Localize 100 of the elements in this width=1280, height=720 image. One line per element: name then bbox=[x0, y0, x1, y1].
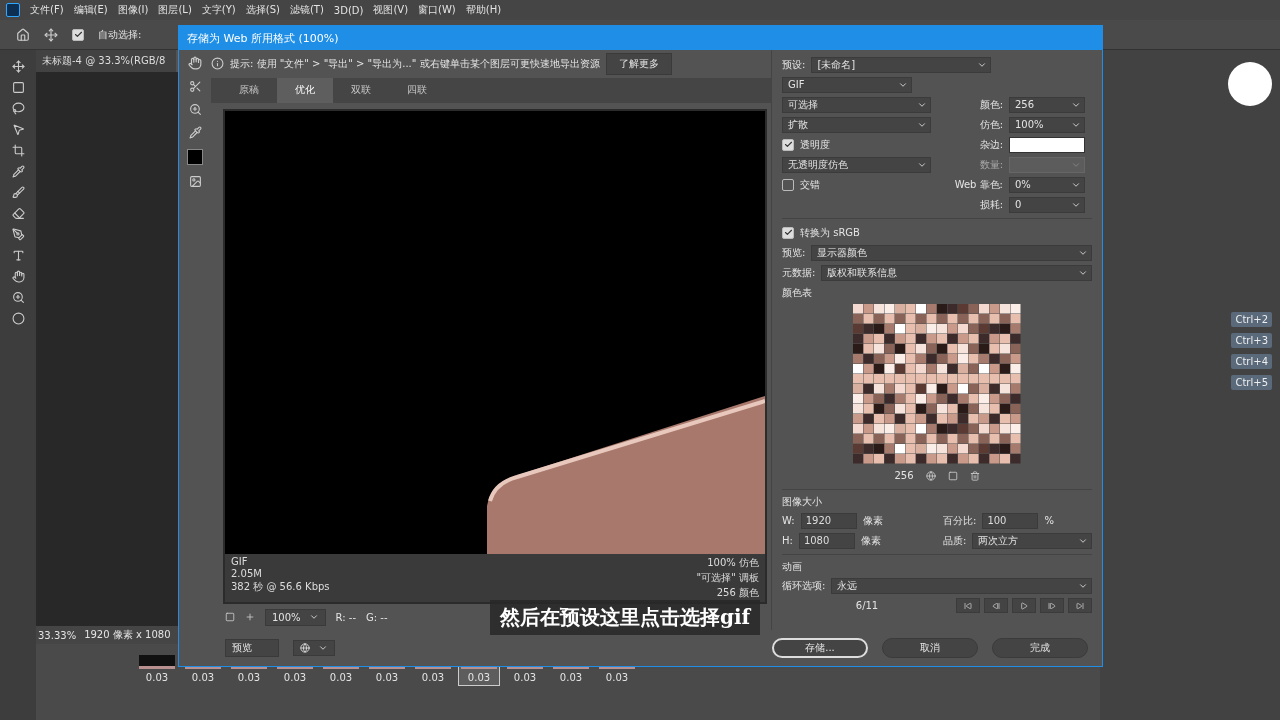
play-icon bbox=[1020, 601, 1028, 610]
home-icon[interactable] bbox=[16, 27, 30, 42]
globe-icon[interactable] bbox=[925, 470, 936, 481]
frame-counter: 6/11 bbox=[854, 600, 880, 611]
metadata-label: 元数据: bbox=[782, 265, 816, 280]
dropdown[interactable]: 256 bbox=[1009, 96, 1085, 113]
step-forward-icon bbox=[1048, 601, 1056, 610]
zoom-icon[interactable] bbox=[188, 103, 202, 116]
image-icon[interactable] bbox=[188, 175, 202, 188]
timeline-frame[interactable]: 0.03 bbox=[136, 652, 178, 686]
tool-icon[interactable] bbox=[11, 186, 25, 199]
tab[interactable]: 四联 bbox=[389, 77, 445, 104]
move-tool-icon[interactable] bbox=[44, 27, 58, 42]
menu-item[interactable]: 窗口(W) bbox=[418, 3, 456, 17]
color-swatch[interactable] bbox=[187, 149, 203, 165]
menu-item[interactable]: 图像(I) bbox=[117, 3, 149, 17]
info-text: "可选择" 调板 bbox=[696, 571, 759, 586]
section-title: 图像大小 bbox=[782, 495, 823, 509]
tool-icon[interactable] bbox=[11, 249, 25, 262]
hand-icon[interactable] bbox=[188, 56, 202, 70]
dropdown[interactable]: 版权和联系信息 bbox=[821, 264, 1092, 281]
info-text: GIF bbox=[231, 556, 248, 568]
learn-more-button[interactable]: 了解更多 bbox=[605, 52, 672, 75]
tool-icon[interactable] bbox=[11, 102, 25, 115]
menu-item[interactable]: 帮助(H) bbox=[465, 3, 502, 17]
input-field[interactable]: 1920 bbox=[800, 512, 857, 529]
play-button[interactable] bbox=[1012, 598, 1036, 613]
globe-icon bbox=[300, 643, 310, 653]
dropdown[interactable]: 显示器颜色 bbox=[811, 244, 1092, 261]
setting-label: 数量: bbox=[978, 157, 1003, 172]
zoom-dropdown[interactable]: 100% bbox=[265, 608, 326, 626]
first-frame-button[interactable] bbox=[956, 598, 980, 613]
previous-frame-button[interactable] bbox=[984, 598, 1008, 613]
tool-icon[interactable] bbox=[11, 228, 25, 241]
trash-icon[interactable] bbox=[969, 470, 980, 481]
matte-swatch[interactable] bbox=[1009, 136, 1085, 153]
preset-dropdown[interactable]: [未命名] bbox=[811, 56, 992, 73]
tab[interactable]: 优化 bbox=[277, 77, 333, 104]
format-dropdown[interactable]: GIF bbox=[782, 76, 912, 93]
square-icon[interactable] bbox=[225, 612, 235, 623]
eyedropper-icon[interactable] bbox=[188, 126, 202, 139]
menu-item[interactable]: 编辑(E) bbox=[73, 3, 108, 17]
app-logo bbox=[6, 3, 20, 17]
square-icon[interactable] bbox=[947, 470, 958, 481]
input-field[interactable]: 100 bbox=[982, 512, 1039, 529]
avatar-circle bbox=[1228, 62, 1272, 106]
dropdown[interactable]: 扩散 bbox=[782, 116, 931, 133]
zoom-level: 33.33% bbox=[38, 629, 77, 641]
next-frame-button[interactable] bbox=[1040, 598, 1064, 613]
checkbox[interactable] bbox=[72, 28, 84, 41]
checkbox[interactable] bbox=[782, 178, 794, 191]
menu-item[interactable]: 文字(Y) bbox=[201, 3, 236, 17]
preset-label: 预设: bbox=[782, 57, 806, 72]
tool-icon[interactable] bbox=[11, 165, 25, 178]
tab[interactable]: 双联 bbox=[333, 77, 389, 104]
dropdown[interactable]: 0% bbox=[1009, 176, 1085, 193]
menu-item[interactable]: 3D(D) bbox=[333, 4, 364, 16]
scissors-icon[interactable] bbox=[188, 80, 202, 93]
tool-icon[interactable] bbox=[11, 291, 25, 304]
tool-icon[interactable] bbox=[11, 123, 25, 136]
dropdown[interactable]: 0 bbox=[1009, 196, 1085, 213]
checkbox[interactable] bbox=[782, 226, 794, 239]
tool-icon[interactable] bbox=[11, 312, 25, 325]
input-field[interactable]: 1080 bbox=[798, 532, 855, 549]
menu-item[interactable]: 图层(L) bbox=[158, 3, 192, 17]
dropdown[interactable]: 100% bbox=[1009, 116, 1085, 133]
dropdown[interactable]: 两次立方 bbox=[972, 532, 1092, 549]
last-frame-button[interactable] bbox=[1068, 598, 1092, 613]
tool-icon[interactable] bbox=[11, 207, 25, 220]
dropdown[interactable]: 无透明度仿色 bbox=[782, 156, 931, 173]
dropdown[interactable]: 可选择 bbox=[782, 96, 931, 113]
tool-icon[interactable] bbox=[11, 144, 25, 157]
tool-icon[interactable] bbox=[11, 81, 25, 94]
skip-back-icon bbox=[964, 601, 972, 610]
tool-icon[interactable] bbox=[11, 270, 25, 283]
field-label: W: bbox=[782, 515, 795, 526]
tool-icon[interactable] bbox=[11, 60, 25, 73]
menu-item[interactable]: 选择(S) bbox=[245, 3, 280, 17]
dialog-button[interactable]: 取消 bbox=[882, 638, 978, 658]
shortcut-label: Ctrl+2 bbox=[1231, 312, 1272, 327]
shortcut-label: Ctrl+4 bbox=[1231, 354, 1272, 369]
preview-button[interactable]: 预览 bbox=[225, 639, 279, 657]
menu-item[interactable]: 滤镜(T) bbox=[289, 3, 324, 17]
preview-label: 预览: bbox=[782, 245, 806, 260]
field-label: 品质: bbox=[943, 533, 967, 548]
info-icon bbox=[211, 57, 224, 71]
setting-label: Web 靠色: bbox=[953, 177, 1003, 192]
dialog-button[interactable]: 存储... bbox=[772, 638, 868, 658]
dialog-button[interactable]: 完成 bbox=[992, 638, 1088, 658]
browser-dropdown[interactable] bbox=[293, 640, 335, 656]
menu-item[interactable]: 文件(F) bbox=[30, 3, 64, 17]
dropdown[interactable]: 永远 bbox=[831, 577, 1092, 594]
checkbox-label: 自动选择: bbox=[98, 27, 142, 42]
document-tab[interactable]: 未标题-4 @ 33.3%(RGB/8 bbox=[36, 50, 176, 72]
plus-icon[interactable] bbox=[245, 612, 255, 623]
checkbox[interactable] bbox=[782, 138, 794, 151]
setting-label: 颜色: bbox=[978, 97, 1003, 112]
tab[interactable]: 原稿 bbox=[221, 77, 277, 104]
menu-item[interactable]: 视图(V) bbox=[373, 3, 409, 17]
shortcut-label: Ctrl+3 bbox=[1231, 333, 1272, 348]
